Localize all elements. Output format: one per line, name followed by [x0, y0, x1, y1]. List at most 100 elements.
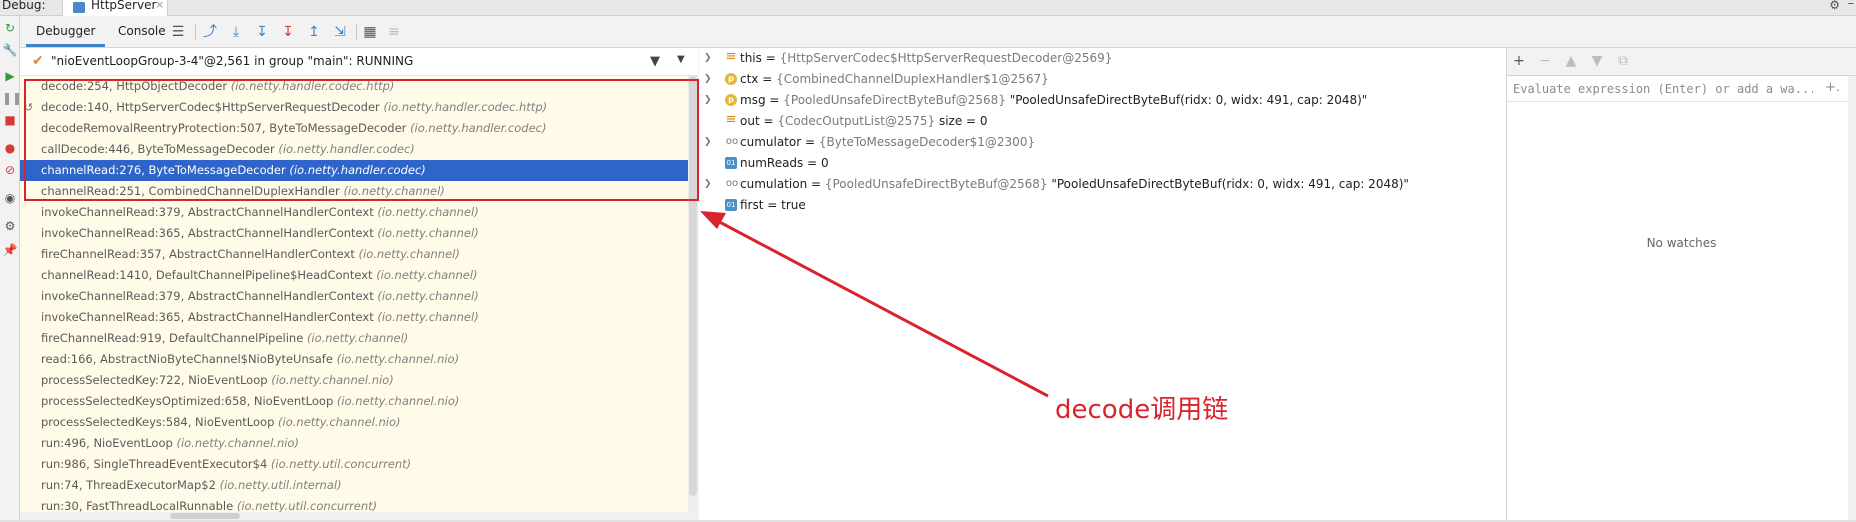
stack-frame-row[interactable]: processSelectedKeys:584, NioEventLoop (i…: [20, 412, 698, 433]
variable-row[interactable]: ❯ ≡ this = {HttpServerCodec$HttpServerRequ…: [699, 48, 1499, 68]
frame-package: (io.netty.channel): [343, 184, 445, 198]
expand-chevron-icon[interactable]: ❯: [704, 69, 712, 89]
watches-scrollbar[interactable]: [1848, 76, 1856, 520]
run-to-cursor-icon[interactable]: ⇲: [331, 23, 349, 41]
variable-row[interactable]: ❯ oo cumulator = {ByteToMessageDecoder$1@2…: [699, 132, 1499, 152]
scrollbar-thumb[interactable]: [170, 513, 240, 519]
frame-package: (io.netty.channel): [358, 247, 460, 261]
debug-tool-window-header: Debug: HttpServer × ⚙ –: [0, 0, 1856, 16]
run-config-tab[interactable]: HttpServer ×: [62, 0, 168, 16]
resume-program-icon[interactable]: ▶: [2, 68, 18, 84]
show-execution-point-icon[interactable]: ⤴: [201, 23, 219, 41]
step-over-icon[interactable]: ⤓: [227, 23, 245, 41]
toolbar-separator: [195, 24, 196, 40]
thread-selector[interactable]: ✔ "nioEventLoopGroup-3-4"@2,561 in group…: [20, 48, 698, 76]
add-to-watches-icon[interactable]: +.: [1825, 80, 1840, 95]
stack-frame-row[interactable]: fireChannelRead:919, DefaultChannelPipel…: [20, 328, 698, 349]
variable-value: "PooledUnsafeDirectByteBuf(ridx: 0, widx…: [1051, 177, 1409, 191]
variable-type: {PooledUnsafeDirectByteBuf@2568}: [824, 177, 1048, 191]
frame-method: processSelectedKeys:584, NioEventLoop: [41, 415, 275, 429]
variable-row[interactable]: 01 numReads = 0: [699, 153, 1499, 173]
close-tab-icon[interactable]: ×: [155, 0, 164, 11]
variable-name: ctx: [740, 72, 759, 86]
move-up-icon[interactable]: ▲: [1563, 53, 1579, 69]
stack-frame-row[interactable]: run:30, FastThreadLocalRunnable (io.nett…: [20, 496, 698, 512]
variable-type: {ByteToMessageDecoder$1@2300}: [818, 135, 1036, 149]
stack-frame-row[interactable]: invokeChannelRead:365, AbstractChannelHa…: [20, 307, 698, 328]
variable-row[interactable]: 01 first = true: [699, 195, 1499, 215]
view-breakpoints-icon[interactable]: ●: [2, 140, 18, 156]
stack-frame-row[interactable]: run:496, NioEventLoop (io.netty.channel.…: [20, 433, 698, 454]
pin-icon[interactable]: 📌: [2, 242, 18, 258]
trace-stream-icon[interactable]: ≡: [385, 23, 403, 41]
variable-value: true: [781, 198, 806, 212]
frame-method: processSelectedKey:722, NioEventLoop: [41, 373, 268, 387]
frame-method: channelRead:276, ByteToMessageDecoder: [41, 163, 286, 177]
expand-chevron-icon[interactable]: ❯: [704, 90, 712, 110]
frame-method: read:166, AbstractNioByteChannel$NioByte…: [41, 352, 333, 366]
frame-package: (io.netty.util.internal): [219, 478, 342, 492]
stack-frame-row[interactable]: channelRead:276, ByteToMessageDecoder (i…: [20, 160, 698, 181]
frames-horizontal-scrollbar[interactable]: [20, 512, 698, 520]
stack-frame-row[interactable]: invokeChannelRead:379, AbstractChannelHa…: [20, 286, 698, 307]
frame-package: (io.netty.channel): [377, 226, 479, 240]
evaluate-expression-icon[interactable]: ▦: [361, 23, 379, 41]
layout-menu-icon[interactable]: ☰: [169, 23, 187, 41]
variable-row[interactable]: ❯ p ctx = {CombinedChannelDuplexHandler$1@…: [699, 69, 1499, 89]
expand-chevron-icon[interactable]: ❯: [704, 174, 712, 194]
variable-value: "PooledUnsafeDirectByteBuf(ridx: 0, widx…: [1009, 93, 1368, 107]
settings-gear-icon[interactable]: ⚙: [1829, 0, 1840, 12]
remove-watch-icon[interactable]: −: [1537, 53, 1553, 69]
stack-frame-row[interactable]: invokeChannelRead:379, AbstractChannelHa…: [20, 202, 698, 223]
variable-row[interactable]: ≡ out = {CodecOutputList@2575} size = 0: [699, 111, 1499, 131]
stack-frame-row[interactable]: decodeRemovalReentryProtection:507, Byte…: [20, 118, 698, 139]
evaluate-expression-input[interactable]: [1513, 79, 1813, 99]
variable-name: cumulator: [740, 135, 802, 149]
expand-chevron-icon[interactable]: ❯: [704, 48, 712, 68]
tab-debugger[interactable]: Debugger: [26, 16, 106, 47]
stack-frame-row[interactable]: invokeChannelRead:365, AbstractChannelHa…: [20, 223, 698, 244]
frame-package: (io.netty.handler.codec.http): [230, 79, 395, 93]
tab-console[interactable]: Console: [108, 16, 176, 47]
stack-frame-row[interactable]: ↺ decode:140, HttpServerCodec$HttpServerR…: [20, 97, 698, 118]
scrollbar-thumb[interactable]: [689, 76, 697, 496]
stack-frame-row[interactable]: channelRead:1410, DefaultChannelPipeline…: [20, 265, 698, 286]
step-into-icon[interactable]: ↧: [253, 23, 271, 41]
wrench-settings-icon[interactable]: 🔧: [2, 42, 18, 58]
variable-type: {HttpServerCodec$HttpServerRequestDecode…: [779, 51, 1113, 65]
settings-icon[interactable]: ⚙: [2, 218, 18, 234]
stack-frame-row[interactable]: run:74, ThreadExecutorMap$2 (io.netty.ut…: [20, 475, 698, 496]
force-step-into-icon[interactable]: ↧: [279, 23, 297, 41]
stack-frame-row[interactable]: decode:254, HttpObjectDecoder (io.netty.…: [20, 76, 698, 97]
stack-frame-row[interactable]: channelRead:251, CombinedChannelDuplexHa…: [20, 181, 698, 202]
stack-frame-row[interactable]: processSelectedKeysOptimized:658, NioEve…: [20, 391, 698, 412]
frames-vertical-scrollbar[interactable]: [688, 76, 698, 512]
step-out-icon[interactable]: ↥: [305, 23, 323, 41]
rerun-icon[interactable]: ↻: [2, 20, 18, 36]
stack-frame-row[interactable]: processSelectedKey:722, NioEventLoop (io…: [20, 370, 698, 391]
variable-text: msg = {PooledUnsafeDirectByteBuf@2568} "…: [740, 93, 1368, 107]
frame-method: processSelectedKeysOptimized:658, NioEve…: [41, 394, 334, 408]
hide-panel-icon[interactable]: –: [1848, 0, 1855, 11]
stop-icon[interactable]: ■: [2, 112, 18, 128]
variable-row[interactable]: ❯ oo cumulation = {PooledUnsafeDirectByteB…: [699, 174, 1499, 194]
stack-frame-row[interactable]: callDecode:446, ByteToMessageDecoder (io…: [20, 139, 698, 160]
stack-frame-row[interactable]: fireChannelRead:357, AbstractChannelHand…: [20, 244, 698, 265]
stack-frame-row[interactable]: read:166, AbstractNioByteChannel$NioByte…: [20, 349, 698, 370]
copy-icon[interactable]: ⧉: [1615, 53, 1631, 69]
pause-program-icon[interactable]: ❚❚: [2, 90, 22, 106]
mute-breakpoints-icon[interactable]: ⊘: [2, 162, 18, 178]
chevron-down-icon[interactable]: ▼: [677, 54, 685, 65]
variable-type: {CombinedChannelDuplexHandler$1@2567}: [776, 72, 1049, 86]
parameter-icon: p: [725, 94, 737, 106]
filter-icon[interactable]: ▼: [650, 54, 660, 69]
stack-frame-row[interactable]: run:986, SingleThreadEventExecutor$4 (io…: [20, 454, 698, 475]
frame-method: run:986, SingleThreadEventExecutor$4: [41, 457, 268, 471]
frame-method: invokeChannelRead:379, AbstractChannelHa…: [41, 205, 374, 219]
variable-row[interactable]: ❯ p msg = {PooledUnsafeDirectByteBuf@2568}…: [699, 90, 1499, 110]
frame-package: (io.netty.channel.nio): [278, 415, 401, 429]
expand-chevron-icon[interactable]: ❯: [704, 132, 712, 152]
camera-snapshot-icon[interactable]: ◉: [2, 190, 18, 206]
add-watch-icon[interactable]: +: [1511, 53, 1527, 69]
move-down-icon[interactable]: ▼: [1589, 53, 1605, 69]
